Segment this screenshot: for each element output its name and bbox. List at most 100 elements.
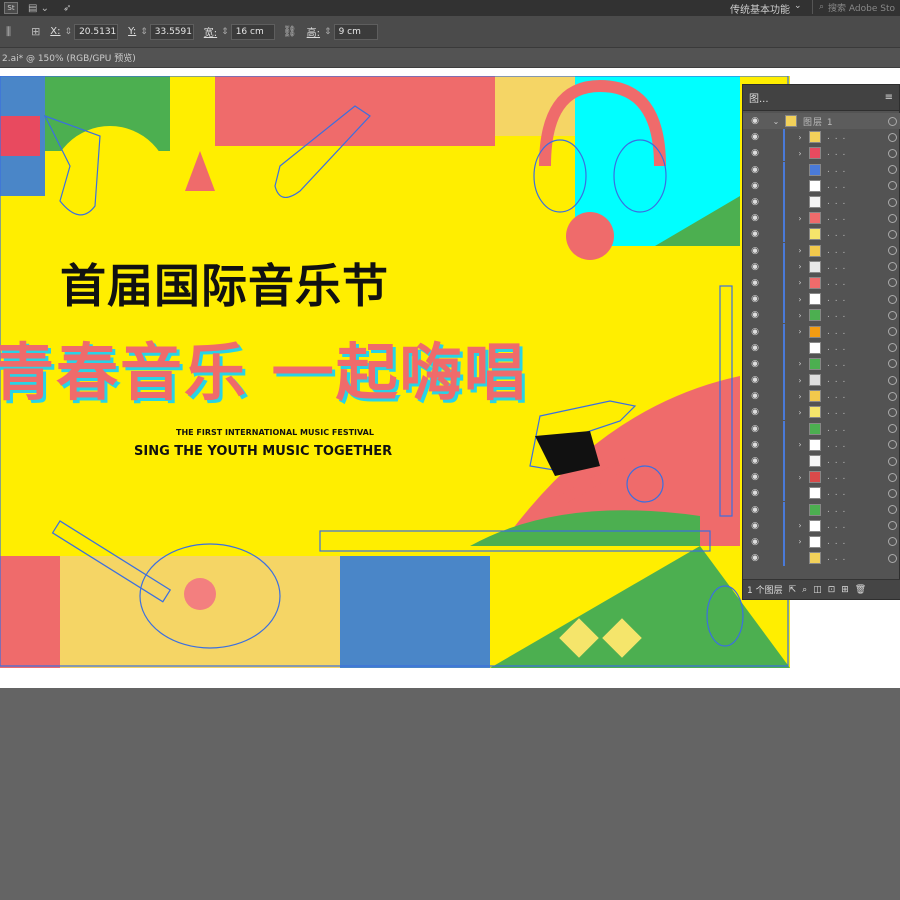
- document-tab[interactable]: 2.ai* @ 150% (RGB/GPU 预览): [2, 51, 136, 64]
- chevron-right-icon[interactable]: ›: [795, 521, 805, 530]
- target-circle-icon[interactable]: [888, 294, 897, 304]
- h-stepper-icon[interactable]: ⇕: [324, 27, 332, 37]
- target-circle-icon[interactable]: [888, 359, 897, 369]
- arrange-documents-icon[interactable]: ▤ ⌄: [28, 3, 49, 14]
- layer-row[interactable]: ◉ › . . .: [743, 533, 900, 550]
- width-field[interactable]: 16 cm: [230, 23, 275, 40]
- visibility-eye-icon[interactable]: ◉: [747, 391, 763, 401]
- chevron-right-icon[interactable]: ›: [795, 473, 805, 482]
- stock-logo[interactable]: St: [4, 2, 18, 14]
- target-circle-icon[interactable]: [888, 440, 897, 450]
- visibility-eye-icon[interactable]: ◉: [747, 148, 763, 158]
- layer-row[interactable]: ◉ . . .: [743, 420, 900, 437]
- target-circle-icon[interactable]: [888, 181, 897, 191]
- y-stepper-icon[interactable]: ⇕: [140, 27, 148, 37]
- chevron-down-icon[interactable]: ⌄: [794, 1, 802, 11]
- target-circle-icon[interactable]: [888, 553, 897, 563]
- chevron-right-icon[interactable]: ›: [795, 327, 805, 336]
- layer-row[interactable]: ◉ › . . .: [743, 372, 900, 389]
- layer-name[interactable]: . . .: [827, 359, 846, 369]
- visibility-eye-icon[interactable]: ◉: [747, 343, 763, 353]
- visibility-eye-icon[interactable]: ◉: [747, 407, 763, 417]
- target-circle-icon[interactable]: [888, 132, 897, 142]
- target-circle-icon[interactable]: [888, 343, 897, 353]
- target-circle-icon[interactable]: [888, 505, 897, 515]
- visibility-eye-icon[interactable]: ◉: [747, 278, 763, 288]
- layer-name[interactable]: . . .: [827, 391, 846, 401]
- target-circle-icon[interactable]: [888, 407, 897, 417]
- chevron-right-icon[interactable]: ›: [795, 440, 805, 449]
- layer-name[interactable]: . . .: [827, 327, 846, 337]
- layers-tab[interactable]: 图...: [749, 90, 769, 105]
- layer-row[interactable]: ◉ › . . .: [743, 274, 900, 291]
- target-circle-icon[interactable]: [888, 229, 897, 239]
- workspace-switcher[interactable]: 传统基本功能: [730, 1, 790, 16]
- constrain-proportions-icon[interactable]: ⛓: [283, 25, 297, 38]
- target-circle-icon[interactable]: [888, 424, 897, 434]
- chevron-right-icon[interactable]: ›: [795, 392, 805, 401]
- target-circle-icon[interactable]: [888, 213, 897, 223]
- chevron-right-icon[interactable]: ›: [795, 262, 805, 271]
- chevron-right-icon[interactable]: ›: [795, 295, 805, 304]
- chevron-right-icon[interactable]: ›: [795, 359, 805, 368]
- layer-name[interactable]: . . .: [827, 246, 846, 256]
- transform-reference-icon[interactable]: ⊞: [31, 25, 40, 38]
- target-circle-icon[interactable]: [888, 246, 897, 256]
- locate-object-icon[interactable]: ⌕: [802, 585, 807, 595]
- x-field[interactable]: 20.5131: [74, 23, 119, 40]
- chevron-right-icon[interactable]: ›: [795, 408, 805, 417]
- layer-name[interactable]: . . .: [827, 229, 846, 239]
- layer-row[interactable]: ◉ › . . .: [743, 210, 900, 227]
- export-icon[interactable]: ⇱: [789, 585, 797, 595]
- layer-name[interactable]: . . .: [827, 537, 846, 547]
- layer-name[interactable]: . . .: [827, 424, 846, 434]
- layer-row[interactable]: ◉ › . . .: [743, 129, 900, 146]
- layer-name[interactable]: . . .: [827, 310, 846, 320]
- target-circle-icon[interactable]: [888, 521, 897, 531]
- target-circle-icon[interactable]: [888, 456, 897, 466]
- layer-name[interactable]: . . .: [827, 294, 846, 304]
- x-stepper-icon[interactable]: ⇕: [65, 27, 73, 37]
- layer-row[interactable]: ◉ . . .: [743, 177, 900, 194]
- visibility-eye-icon[interactable]: ◉: [747, 181, 763, 191]
- clipping-mask-icon[interactable]: ◫: [813, 585, 822, 595]
- visibility-eye-icon[interactable]: ◉: [747, 132, 763, 142]
- layer-row[interactable]: ◉ . . .: [743, 194, 900, 211]
- visibility-eye-icon[interactable]: ◉: [747, 521, 763, 531]
- visibility-eye-icon[interactable]: ◉: [747, 488, 763, 498]
- layer-name[interactable]: . . .: [827, 148, 846, 158]
- visibility-eye-icon[interactable]: ◉: [747, 229, 763, 239]
- chevron-right-icon[interactable]: ›: [795, 376, 805, 385]
- layer-name[interactable]: . . .: [827, 521, 846, 531]
- layer-row[interactable]: ◉ › . . .: [743, 242, 900, 259]
- chevron-right-icon[interactable]: ›: [795, 149, 805, 158]
- chevron-down-icon[interactable]: ⌄: [771, 117, 781, 126]
- target-circle-icon[interactable]: [888, 165, 897, 175]
- target-circle-icon[interactable]: [888, 148, 897, 158]
- visibility-eye-icon[interactable]: ◉: [747, 262, 763, 272]
- chevron-right-icon[interactable]: ›: [795, 246, 805, 255]
- layer-name[interactable]: . . .: [827, 488, 846, 498]
- layer-row[interactable]: ◉ › . . .: [743, 307, 900, 324]
- layer-name[interactable]: . . .: [827, 262, 846, 272]
- w-stepper-icon[interactable]: ⇕: [221, 27, 229, 37]
- layer-name[interactable]: . . .: [827, 553, 846, 563]
- gpu-performance-icon[interactable]: ➶: [63, 3, 71, 14]
- chevron-right-icon[interactable]: ›: [795, 214, 805, 223]
- visibility-eye-icon[interactable]: ◉: [747, 197, 763, 207]
- layer-row-main[interactable]: ◉ ⌄ 图层 1: [743, 113, 900, 130]
- chevron-right-icon[interactable]: ›: [795, 311, 805, 320]
- layer-name[interactable]: . . .: [827, 181, 846, 191]
- layer-row[interactable]: ◉ . . .: [743, 550, 900, 567]
- layer-row[interactable]: ◉ › . . .: [743, 517, 900, 534]
- target-circle-icon[interactable]: [888, 391, 897, 401]
- layer-row[interactable]: ◉ › . . .: [743, 355, 900, 372]
- layer-row[interactable]: ◉ › . . .: [743, 404, 900, 421]
- delete-layer-icon[interactable]: 🗑: [855, 585, 866, 595]
- target-circle-icon[interactable]: [888, 197, 897, 207]
- visibility-eye-icon[interactable]: ◉: [747, 310, 763, 320]
- layer-name[interactable]: . . .: [827, 213, 846, 223]
- pasteboard[interactable]: [0, 688, 900, 900]
- layer-row[interactable]: ◉ . . .: [743, 453, 900, 470]
- layer-row[interactable]: ◉ . . .: [743, 161, 900, 178]
